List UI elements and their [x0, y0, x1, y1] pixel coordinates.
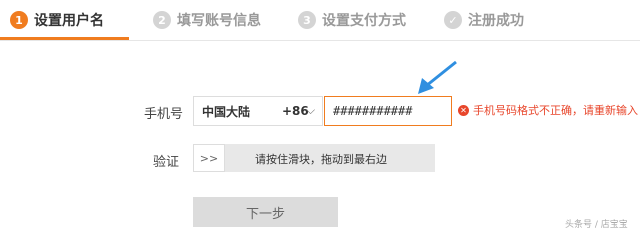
step-3-number: 3: [298, 11, 316, 29]
phone-error-message: ✕ 手机号码格式不正确，请重新输入: [458, 102, 638, 118]
slider-hint: 请按住滑块，拖动到最右边: [255, 153, 387, 166]
error-icon: ✕: [458, 104, 469, 116]
step-4-label: 注册成功: [468, 13, 524, 29]
step-bar: 1 设置用户名 2 填写账号信息 3 设置支付方式 ✓ 注册成功: [0, 0, 640, 41]
watermark: 头条号 / 店宝宝: [565, 220, 628, 230]
country-select[interactable]: 中国大陆 +86 ⌵: [193, 96, 323, 126]
verify-label: 验证: [153, 155, 180, 170]
step-2-number: 2: [153, 11, 171, 29]
chevron-down-icon: ⌵: [306, 103, 316, 117]
step-4: ✓ 注册成功: [444, 0, 524, 40]
active-step-underline: [0, 37, 129, 40]
step-1: 1 设置用户名: [10, 0, 104, 40]
step-3: 3 设置支付方式: [298, 0, 406, 40]
check-icon: ✓: [444, 11, 462, 29]
country-code: +86: [282, 104, 309, 118]
step-3-label: 设置支付方式: [322, 13, 406, 29]
annotation-arrow-icon: [418, 60, 457, 94]
step-1-number: 1: [10, 11, 28, 29]
phone-label: 手机号: [144, 107, 184, 122]
next-button[interactable]: 下一步: [193, 197, 338, 227]
step-2: 2 填写账号信息: [153, 0, 261, 40]
step-1-label: 设置用户名: [34, 13, 104, 29]
country-name: 中国大陆: [202, 104, 251, 119]
step-2-label: 填写账号信息: [177, 13, 261, 29]
phone-input[interactable]: [324, 96, 452, 126]
slider-handle[interactable]: >>: [193, 144, 225, 172]
slider-captcha[interactable]: >> 请按住滑块，拖动到最右边: [193, 144, 435, 172]
error-text: 手机号码格式不正确，请重新输入: [473, 104, 638, 117]
